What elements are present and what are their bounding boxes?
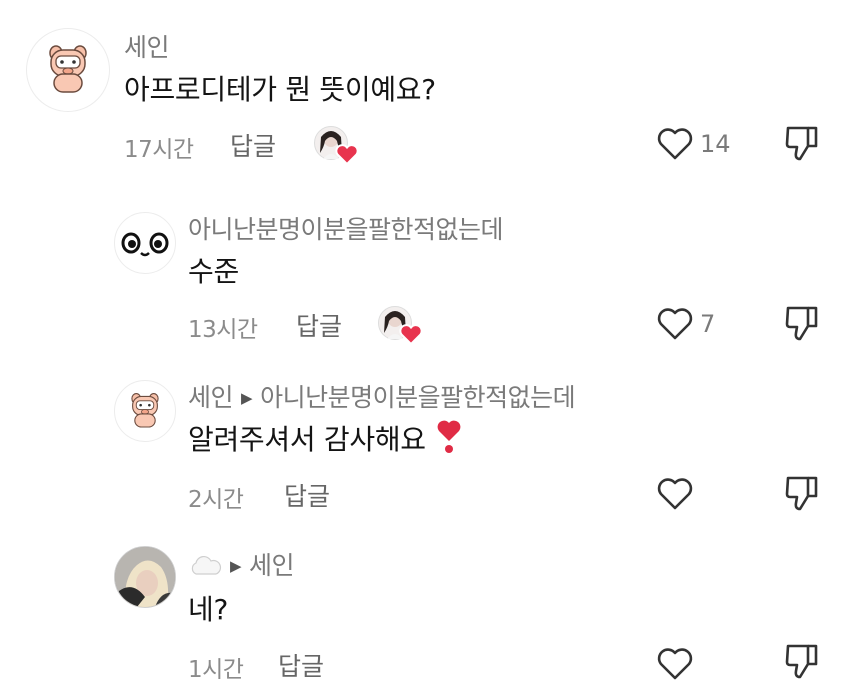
comment-username[interactable]: 세인 [124,28,170,64]
comment-username[interactable]: ▶ 세인 [188,546,295,582]
reply-button[interactable]: 답글 [284,477,330,513]
comment-text: 수준 [188,255,239,288]
avatar[interactable] [114,380,176,442]
creator-liked-badge [314,126,359,165]
thumbs-down-icon[interactable] [784,474,820,512]
thumbs-down-icon[interactable] [784,124,820,162]
thumbs-down-icon[interactable] [784,304,820,342]
reply-button[interactable]: 답글 [296,307,342,343]
like-count: 14 [700,130,731,158]
comment-time: 17시간 [124,137,194,163]
cloud-emoji [191,555,222,575]
comment-time: 2시간 [188,487,244,513]
comment-item: 세인 아프로디테가 뭔 뜻이예요? 17시간 답글 14 [0,0,850,180]
reply-item: 아니난분명이분을팔한적없는데 수준 13시간 답글 7 [0,190,850,350]
creator-heart-icon [399,324,423,345]
thumbs-down-icon[interactable] [784,642,820,680]
comment-username[interactable]: 아니난분명이분을팔한적없는데 [188,210,504,246]
red-exclamation-heart-emoji [437,420,461,453]
comment-text: 네? [188,593,229,626]
like-count: 7 [700,310,716,338]
reply-button[interactable]: 답글 [230,127,276,163]
avatar[interactable] [114,212,176,274]
pig-avatar-icon [49,45,87,93]
reply-button[interactable]: 답글 [278,647,324,683]
reply-item: 세인 ▶ 아니난분명이분을팔한적없는데 알려주셔서 감사해요 2시간 답글 [0,360,850,520]
heart-outline-icon[interactable] [656,307,694,341]
avatar[interactable] [26,28,110,112]
avatar[interactable] [114,546,176,608]
comment-text: 아프로디테가 뭔 뜻이예요? [124,73,436,106]
creator-liked-badge [378,306,423,345]
comment-text: 알려주셔서 감사해요 [188,418,462,458]
comment-username[interactable]: 세인 ▶ 아니난분명이분을팔한적없는데 [188,378,576,414]
comment-time: 13시간 [188,317,258,343]
creator-heart-icon [335,144,359,165]
heart-outline-icon[interactable] [656,647,694,681]
heart-outline-icon[interactable] [656,127,694,161]
pig-avatar-icon [131,393,159,428]
triangle-right-icon: ▶ [230,557,242,575]
reply-to-username[interactable]: 세인 [249,551,295,580]
triangle-right-icon: ▶ [241,389,253,407]
comment-time: 1시간 [188,657,244,683]
heart-outline-icon[interactable] [656,477,694,511]
reply-to-username[interactable]: 아니난분명이분을팔한적없는데 [260,383,576,412]
photo-avatar-icon [115,547,175,607]
face-avatar-icon [121,232,169,257]
reply-item: ▶ 세인 네? 1시간 답글 [0,530,850,683]
